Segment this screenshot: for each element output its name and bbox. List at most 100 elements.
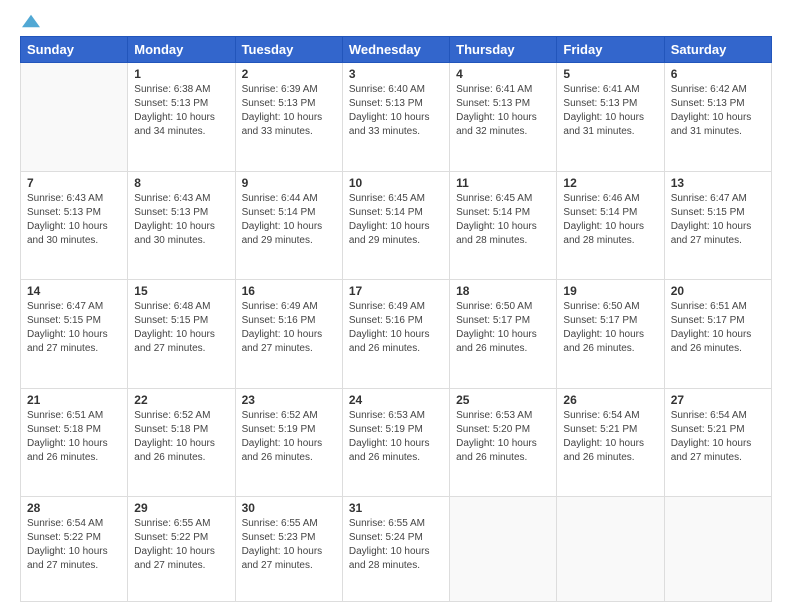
cell-details: Sunrise: 6:50 AMSunset: 5:17 PMDaylight:… xyxy=(563,300,657,356)
day-number: 24 xyxy=(349,393,443,407)
cell-details: Sunrise: 6:47 AMSunset: 5:15 PMDaylight:… xyxy=(671,192,765,248)
calendar-cell: 18 Sunrise: 6:50 AMSunset: 5:17 PMDayligh… xyxy=(450,280,557,389)
cell-details: Sunrise: 6:47 AMSunset: 5:15 PMDaylight:… xyxy=(27,300,121,356)
calendar-cell: 31 Sunrise: 6:55 AMSunset: 5:24 PMDayligh… xyxy=(342,497,449,602)
day-number: 27 xyxy=(671,393,765,407)
calendar-cell: 17 Sunrise: 6:49 AMSunset: 5:16 PMDayligh… xyxy=(342,280,449,389)
day-number: 2 xyxy=(242,67,336,81)
day-number: 20 xyxy=(671,284,765,298)
cell-details: Sunrise: 6:51 AMSunset: 5:17 PMDaylight:… xyxy=(671,300,765,356)
day-number: 31 xyxy=(349,501,443,515)
calendar-cell: 20 Sunrise: 6:51 AMSunset: 5:17 PMDayligh… xyxy=(664,280,771,389)
calendar-header-row: SundayMondayTuesdayWednesdayThursdayFrid… xyxy=(21,37,772,63)
cell-details: Sunrise: 6:55 AMSunset: 5:22 PMDaylight:… xyxy=(134,517,228,573)
calendar-cell xyxy=(557,497,664,602)
calendar-day-header: Thursday xyxy=(450,37,557,63)
calendar-cell: 10 Sunrise: 6:45 AMSunset: 5:14 PMDayligh… xyxy=(342,171,449,280)
day-number: 15 xyxy=(134,284,228,298)
calendar-cell: 11Sunrise: 6:45 AMSunset: 5:14 PMDayligh… xyxy=(450,171,557,280)
day-number: 16 xyxy=(242,284,336,298)
day-number: 29 xyxy=(134,501,228,515)
calendar-day-header: Monday xyxy=(128,37,235,63)
calendar-day-header: Sunday xyxy=(21,37,128,63)
cell-details: Sunrise: 6:40 AMSunset: 5:13 PMDaylight:… xyxy=(349,83,443,139)
cell-details: Sunrise: 6:49 AMSunset: 5:16 PMDaylight:… xyxy=(349,300,443,356)
calendar-cell: 13 Sunrise: 6:47 AMSunset: 5:15 PMDayligh… xyxy=(664,171,771,280)
calendar-cell: 1 Sunrise: 6:38 AMSunset: 5:13 PMDaylight… xyxy=(128,63,235,172)
calendar-cell: 2 Sunrise: 6:39 AMSunset: 5:13 PMDaylight… xyxy=(235,63,342,172)
day-number: 19 xyxy=(563,284,657,298)
calendar-week-row: 28Sunrise: 6:54 AMSunset: 5:22 PMDayligh… xyxy=(21,497,772,602)
calendar-cell: 25 Sunrise: 6:53 AMSunset: 5:20 PMDayligh… xyxy=(450,388,557,497)
cell-details: Sunrise: 6:45 AMSunset: 5:14 PMDaylight:… xyxy=(456,192,550,248)
day-number: 23 xyxy=(242,393,336,407)
day-number: 13 xyxy=(671,176,765,190)
cell-details: Sunrise: 6:39 AMSunset: 5:13 PMDaylight:… xyxy=(242,83,336,139)
cell-details: Sunrise: 6:55 AMSunset: 5:24 PMDaylight:… xyxy=(349,517,443,573)
cell-details: Sunrise: 6:43 AMSunset: 5:13 PMDaylight:… xyxy=(134,192,228,248)
calendar-cell: 5 Sunrise: 6:41 AMSunset: 5:13 PMDaylight… xyxy=(557,63,664,172)
cell-details: Sunrise: 6:48 AMSunset: 5:15 PMDaylight:… xyxy=(134,300,228,356)
cell-details: Sunrise: 6:38 AMSunset: 5:13 PMDaylight:… xyxy=(134,83,228,139)
cell-details: Sunrise: 6:45 AMSunset: 5:14 PMDaylight:… xyxy=(349,192,443,248)
cell-details: Sunrise: 6:49 AMSunset: 5:16 PMDaylight:… xyxy=(242,300,336,356)
calendar-cell xyxy=(450,497,557,602)
cell-details: Sunrise: 6:51 AMSunset: 5:18 PMDaylight:… xyxy=(27,409,121,465)
cell-details: Sunrise: 6:44 AMSunset: 5:14 PMDaylight:… xyxy=(242,192,336,248)
day-number: 21 xyxy=(27,393,121,407)
calendar-day-header: Friday xyxy=(557,37,664,63)
cell-details: Sunrise: 6:54 AMSunset: 5:21 PMDaylight:… xyxy=(563,409,657,465)
calendar-cell: 27Sunrise: 6:54 AMSunset: 5:21 PMDayligh… xyxy=(664,388,771,497)
calendar-week-row: 14 Sunrise: 6:47 AMSunset: 5:15 PMDayligh… xyxy=(21,280,772,389)
calendar-cell: 4 Sunrise: 6:41 AMSunset: 5:13 PMDaylight… xyxy=(450,63,557,172)
cell-details: Sunrise: 6:53 AMSunset: 5:20 PMDaylight:… xyxy=(456,409,550,465)
day-number: 3 xyxy=(349,67,443,81)
calendar-cell: 21 Sunrise: 6:51 AMSunset: 5:18 PMDayligh… xyxy=(21,388,128,497)
cell-details: Sunrise: 6:52 AMSunset: 5:19 PMDaylight:… xyxy=(242,409,336,465)
day-number: 30 xyxy=(242,501,336,515)
calendar-cell: 24 Sunrise: 6:53 AMSunset: 5:19 PMDayligh… xyxy=(342,388,449,497)
day-number: 17 xyxy=(349,284,443,298)
day-number: 1 xyxy=(134,67,228,81)
cell-details: Sunrise: 6:41 AMSunset: 5:13 PMDaylight:… xyxy=(456,83,550,139)
calendar-cell xyxy=(21,63,128,172)
calendar-day-header: Tuesday xyxy=(235,37,342,63)
calendar-body: 1 Sunrise: 6:38 AMSunset: 5:13 PMDaylight… xyxy=(21,63,772,602)
calendar-cell: 28Sunrise: 6:54 AMSunset: 5:22 PMDayligh… xyxy=(21,497,128,602)
day-number: 7 xyxy=(27,176,121,190)
day-number: 26 xyxy=(563,393,657,407)
calendar-week-row: 1 Sunrise: 6:38 AMSunset: 5:13 PMDaylight… xyxy=(21,63,772,172)
day-number: 8 xyxy=(134,176,228,190)
calendar-cell xyxy=(664,497,771,602)
calendar-week-row: 21 Sunrise: 6:51 AMSunset: 5:18 PMDayligh… xyxy=(21,388,772,497)
day-number: 14 xyxy=(27,284,121,298)
day-number: 6 xyxy=(671,67,765,81)
calendar-cell: 9Sunrise: 6:44 AMSunset: 5:14 PMDaylight… xyxy=(235,171,342,280)
day-number: 25 xyxy=(456,393,550,407)
header xyxy=(20,16,772,26)
calendar-cell: 19 Sunrise: 6:50 AMSunset: 5:17 PMDayligh… xyxy=(557,280,664,389)
day-number: 10 xyxy=(349,176,443,190)
calendar-cell: 14 Sunrise: 6:47 AMSunset: 5:15 PMDayligh… xyxy=(21,280,128,389)
calendar-cell: 26 Sunrise: 6:54 AMSunset: 5:21 PMDayligh… xyxy=(557,388,664,497)
cell-details: Sunrise: 6:41 AMSunset: 5:13 PMDaylight:… xyxy=(563,83,657,139)
cell-details: Sunrise: 6:50 AMSunset: 5:17 PMDaylight:… xyxy=(456,300,550,356)
calendar-cell: 22Sunrise: 6:52 AMSunset: 5:18 PMDayligh… xyxy=(128,388,235,497)
cell-details: Sunrise: 6:43 AMSunset: 5:13 PMDaylight:… xyxy=(27,192,121,248)
day-number: 5 xyxy=(563,67,657,81)
calendar-cell: 3 Sunrise: 6:40 AMSunset: 5:13 PMDaylight… xyxy=(342,63,449,172)
logo-icon xyxy=(22,14,40,28)
calendar-cell: 12Sunrise: 6:46 AMSunset: 5:14 PMDayligh… xyxy=(557,171,664,280)
calendar-table: SundayMondayTuesdayWednesdayThursdayFrid… xyxy=(20,36,772,602)
cell-details: Sunrise: 6:55 AMSunset: 5:23 PMDaylight:… xyxy=(242,517,336,573)
day-number: 4 xyxy=(456,67,550,81)
calendar-cell: 8 Sunrise: 6:43 AMSunset: 5:13 PMDaylight… xyxy=(128,171,235,280)
day-number: 12 xyxy=(563,176,657,190)
calendar-cell: 23 Sunrise: 6:52 AMSunset: 5:19 PMDayligh… xyxy=(235,388,342,497)
calendar-cell: 30 Sunrise: 6:55 AMSunset: 5:23 PMDayligh… xyxy=(235,497,342,602)
day-number: 18 xyxy=(456,284,550,298)
cell-details: Sunrise: 6:53 AMSunset: 5:19 PMDaylight:… xyxy=(349,409,443,465)
calendar-cell: 6Sunrise: 6:42 AMSunset: 5:13 PMDaylight… xyxy=(664,63,771,172)
page: SundayMondayTuesdayWednesdayThursdayFrid… xyxy=(0,0,792,612)
day-number: 22 xyxy=(134,393,228,407)
